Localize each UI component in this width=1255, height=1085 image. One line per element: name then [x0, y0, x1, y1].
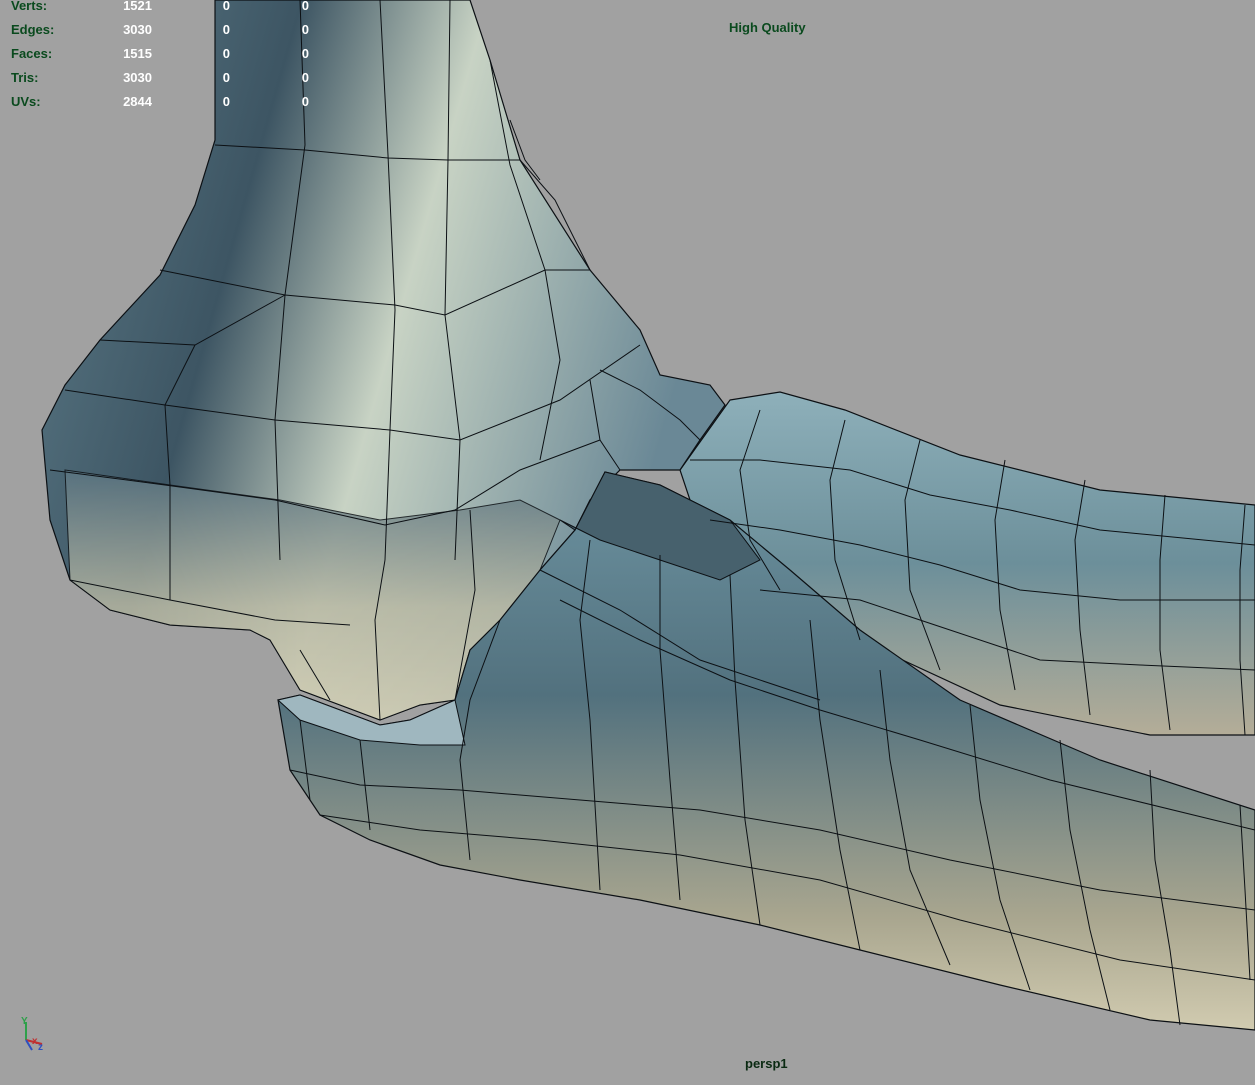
axis-z-label: z — [38, 1042, 43, 1053]
poly-count-hud: Verts: 1521 0 0 Edges: 3030 0 0 Faces: 1… — [0, 0, 330, 120]
hud-edges-label: Edges: — [11, 22, 55, 37]
hud-tris-label: Tris: — [11, 70, 39, 85]
hud-edges-selected: 0 — [222, 22, 230, 37]
hud-uvs-label: UVs: — [11, 94, 41, 109]
hud-edges-other: 0 — [301, 22, 309, 37]
axis-gizmo-icon: Y x z — [14, 1014, 54, 1058]
hud-tris-selected: 0 — [222, 70, 230, 85]
bone-mesh-render — [41, 0, 1255, 1031]
hud-verts-selected: 0 — [222, 0, 230, 13]
hud-tris-other: 0 — [301, 70, 309, 85]
display-quality-label: High Quality — [729, 20, 806, 35]
hud-uvs-value: 2844 — [123, 94, 152, 109]
hud-faces-other: 0 — [301, 46, 309, 61]
hud-verts-other: 0 — [301, 0, 309, 13]
hud-uvs-selected: 0 — [222, 94, 230, 109]
camera-name-label: persp1 — [745, 1056, 788, 1071]
hud-tris-value: 3030 — [123, 70, 152, 85]
3d-viewport[interactable]: Verts: 1521 0 0 Edges: 3030 0 0 Faces: 1… — [0, 0, 1255, 1080]
hud-faces-value: 1515 — [123, 46, 152, 61]
hud-faces-label: Faces: — [11, 46, 53, 61]
hud-uvs-other: 0 — [301, 94, 309, 109]
hud-edges-value: 3030 — [123, 22, 152, 37]
hud-verts-value: 1521 — [123, 0, 152, 13]
hud-faces-selected: 0 — [222, 46, 230, 61]
axis-y-label: Y — [21, 1016, 28, 1027]
hud-verts-label: Verts: — [11, 0, 48, 13]
